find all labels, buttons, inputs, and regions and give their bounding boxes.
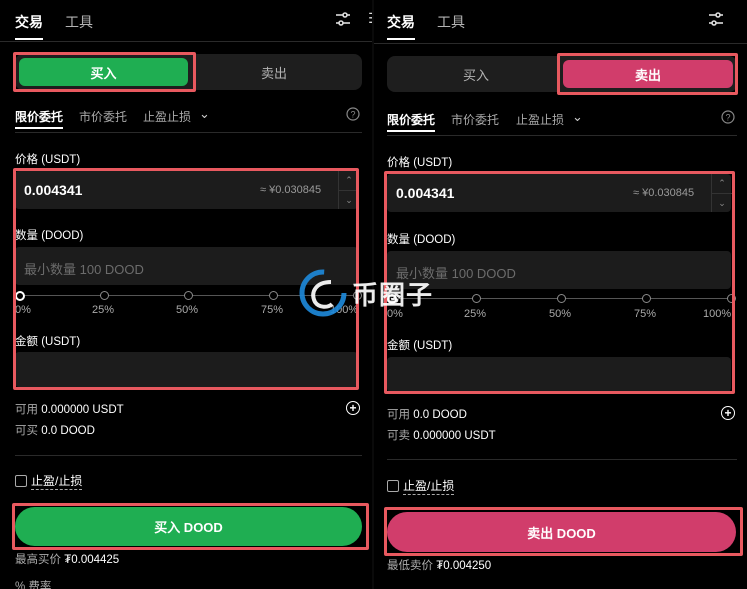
slider-handle[interactable] (15, 291, 25, 301)
tpsl-checkbox[interactable] (387, 480, 399, 492)
tab-trade-underline (387, 38, 415, 40)
slider-tick[interactable]: 25% (464, 308, 486, 320)
slider-dot[interactable] (100, 291, 109, 300)
increment-icon[interactable]: ⌃ (339, 171, 359, 191)
tab-market-order[interactable]: 市价委托 (79, 108, 127, 125)
watermark-logo-icon (299, 269, 347, 317)
watermark: 币圈子 (298, 268, 433, 318)
amount-label: 金额 (USDT) (387, 340, 453, 352)
tab-limit-order[interactable]: 限价委托 (387, 111, 435, 128)
amount-label: 金额 (USDT) (15, 336, 81, 348)
tpsl-label[interactable]: 止盈/止损 (31, 472, 83, 490)
slider-dot[interactable] (642, 294, 651, 303)
price-stepper[interactable]: ⌃ ⌄ (711, 174, 732, 212)
quantity-label: 数量 (DOOD) (387, 234, 456, 246)
buy-segment-button[interactable]: 买入 (19, 58, 188, 86)
order-type-divider (387, 135, 737, 136)
header-divider (0, 41, 373, 42)
tab-tpsl-order[interactable]: 止盈止损 (143, 108, 191, 125)
section-divider (15, 455, 362, 456)
lowest-sell-price: 最低卖价 ₮0.004250 (387, 560, 492, 572)
question-circle-icon[interactable]: ? (346, 107, 360, 121)
slider-tick[interactable]: 75% (261, 304, 283, 316)
limit-order-underline (15, 127, 63, 129)
price-value: 0.004341 (24, 182, 83, 198)
available-balance: 可用 0.0 DOOD (387, 409, 467, 421)
slider-tick[interactable]: 100% (703, 308, 731, 320)
amount-input[interactable] (15, 352, 358, 387)
slider-tick[interactable]: 0% (15, 304, 31, 316)
sell-segment-button[interactable]: 卖出 (563, 60, 733, 88)
max-buy: 可买 0.0 DOOD (15, 425, 95, 437)
limit-order-underline (387, 130, 435, 132)
slider-dot[interactable] (472, 294, 481, 303)
header-divider (374, 43, 747, 44)
price-converted: ≈ ¥0.030845 (633, 187, 695, 199)
tab-trade[interactable]: 交易 (15, 12, 43, 32)
tab-limit-order[interactable]: 限价委托 (15, 108, 63, 125)
quantity-placeholder: 最小数量 100 DOOD (24, 262, 144, 277)
increment-icon[interactable]: ⌃ (712, 174, 732, 194)
sell-dood-button[interactable]: 卖出 DOOD (387, 512, 736, 552)
plus-circle-icon[interactable]: + (721, 406, 735, 420)
tab-market-order[interactable]: 市价委托 (451, 111, 499, 128)
svg-text:?: ? (725, 113, 730, 123)
tab-trade[interactable]: 交易 (387, 12, 415, 32)
amount-input[interactable] (387, 357, 731, 392)
tpsl-label[interactable]: 止盈/止损 (403, 477, 455, 495)
slider-tick[interactable]: 50% (176, 304, 198, 316)
price-label: 价格 (USDT) (387, 157, 453, 169)
tab-tpsl-order[interactable]: 止盈止损 (516, 111, 564, 128)
watermark-text: 币圈子 (352, 279, 434, 310)
slider-dot[interactable] (727, 294, 736, 303)
section-divider (387, 459, 737, 460)
tab-trade-underline (15, 38, 43, 40)
sliders-icon[interactable] (708, 12, 724, 26)
decrement-icon[interactable]: ⌄ (339, 191, 359, 210)
slider-dot[interactable] (184, 291, 193, 300)
chevron-down-icon[interactable]: ⌄ (199, 106, 210, 122)
price-value: 0.004341 (396, 185, 455, 201)
slider-dot[interactable] (557, 294, 566, 303)
price-converted: ≈ ¥0.030845 (260, 184, 322, 196)
quantity-label: 数量 (DOOD) (15, 230, 84, 242)
slider-tick[interactable]: 25% (92, 304, 114, 316)
tab-tools[interactable]: 工具 (437, 12, 465, 32)
max-sell: 可卖 0.000000 USDT (387, 430, 496, 442)
buy-segment-button[interactable]: 买入 (391, 60, 561, 88)
available-balance: 可用 0.000000 USDT (15, 404, 124, 416)
order-type-divider (15, 132, 362, 133)
sliders-icon[interactable] (335, 12, 351, 26)
price-label: 价格 (USDT) (15, 154, 81, 166)
fee-rate[interactable]: % 费率 (15, 578, 51, 589)
slider-tick[interactable]: 50% (549, 308, 571, 320)
plus-circle-icon[interactable]: + (346, 401, 360, 415)
price-stepper[interactable]: ⌃ ⌄ (338, 171, 359, 209)
sell-segment-button[interactable]: 卖出 (190, 58, 358, 86)
chevron-down-icon[interactable]: ⌄ (572, 109, 583, 125)
tab-tools[interactable]: 工具 (65, 12, 93, 32)
question-circle-icon[interactable]: ? (721, 110, 735, 124)
slider-dot[interactable] (269, 291, 278, 300)
highest-buy-price: 最高买价 ₮0.004425 (15, 554, 120, 566)
slider-tick[interactable]: 75% (634, 308, 656, 320)
decrement-icon[interactable]: ⌄ (712, 194, 732, 213)
tpsl-checkbox[interactable] (15, 475, 27, 487)
svg-text:?: ? (350, 110, 355, 120)
buy-dood-button[interactable]: 买入 DOOD (15, 507, 362, 546)
